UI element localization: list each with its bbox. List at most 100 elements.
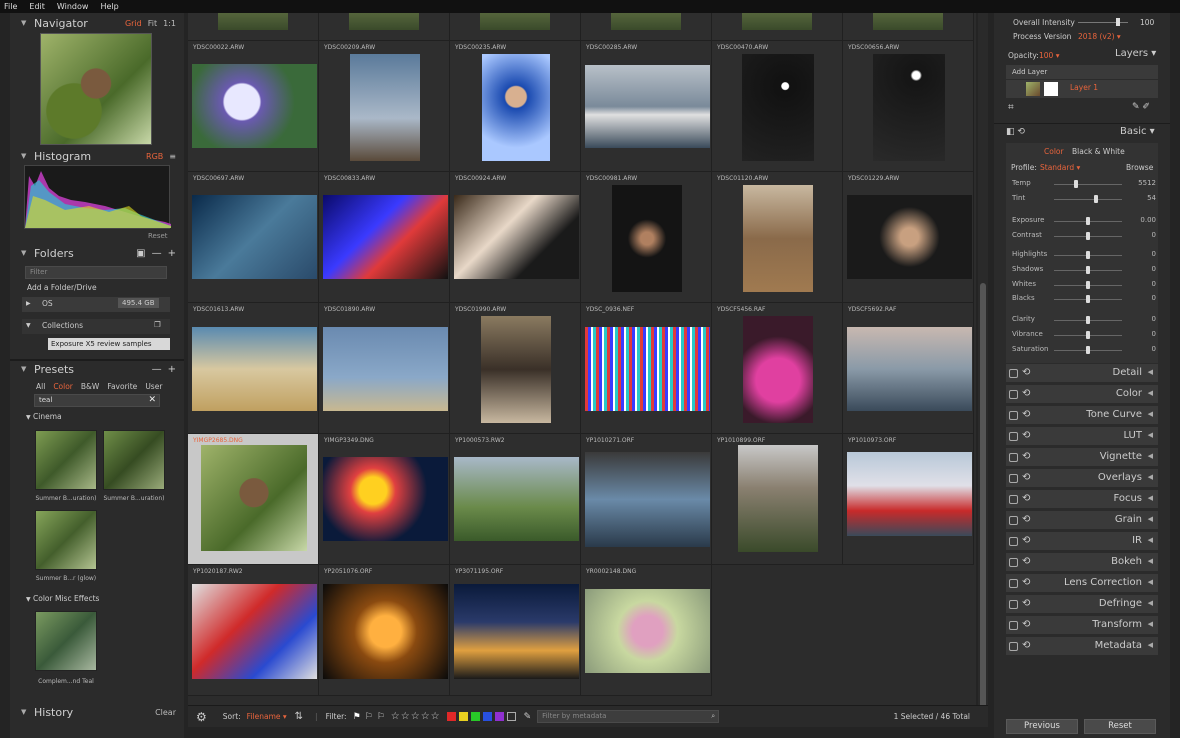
panel-overlays[interactable]: ⟲ Overlays ◀ xyxy=(1006,469,1158,488)
flag-pick-icon[interactable]: ⚑ xyxy=(353,712,361,722)
thumbnail-cell[interactable]: YDSC00697.ARW xyxy=(188,172,319,303)
tab-favorite[interactable]: Favorite xyxy=(107,382,137,391)
preset-thumb-3[interactable] xyxy=(35,510,97,570)
adjustment-whites[interactable]: Whites 0 xyxy=(1006,279,1158,291)
adjustment-vibrance[interactable]: Vibrance 0 xyxy=(1006,329,1158,341)
panel-reset-icon[interactable]: ⟲ xyxy=(1022,535,1030,546)
folder-row-os[interactable]: ▶ OS 495.4 GB xyxy=(22,297,170,312)
purple-label[interactable] xyxy=(494,712,504,721)
menu-edit[interactable]: Edit xyxy=(29,0,45,13)
slider-knob[interactable] xyxy=(1086,331,1090,339)
panel-reset-icon[interactable]: ⟲ xyxy=(1022,640,1030,651)
folders-header[interactable]: ▼ Folders ▣ — + xyxy=(10,244,184,262)
panel-toggle-icon[interactable] xyxy=(1009,411,1018,420)
panel-lut[interactable]: ⟲ LUT ◀ xyxy=(1006,427,1158,446)
thumbnail-cell[interactable]: YP1010271.ORF xyxy=(581,434,712,565)
eyedropper-icon[interactable]: ✎ xyxy=(524,712,532,722)
sort-dropdown[interactable]: Filename ▾ xyxy=(247,712,287,721)
yellow-label[interactable] xyxy=(458,712,468,721)
panel-detail[interactable]: ⟲ Detail ◀ xyxy=(1006,364,1158,383)
panel-reset-icon[interactable]: ⟲ xyxy=(1022,493,1030,504)
menu-help[interactable]: Help xyxy=(100,0,118,13)
thumbnail-cell[interactable]: YDSC00235.ARW xyxy=(450,41,581,172)
thumbnail-cell[interactable]: YDSC00285.ARW xyxy=(581,41,712,172)
no-label[interactable] xyxy=(506,712,516,721)
preset-thumb-2[interactable] xyxy=(103,430,165,490)
presets-header[interactable]: ▼ Presets — + xyxy=(10,359,184,377)
panel-toggle-icon[interactable] xyxy=(1009,537,1018,546)
adjustment-tint[interactable]: Tint 54 xyxy=(1006,193,1158,205)
thumbnail-cell[interactable] xyxy=(843,13,974,41)
thumbnail-cell[interactable]: YDSC01229.ARW xyxy=(843,172,974,303)
thumbnail-cell[interactable] xyxy=(319,13,450,41)
thumbnail-cell[interactable]: YDSC01613.ARW xyxy=(188,303,319,434)
slider-track[interactable] xyxy=(1054,199,1122,200)
slider-knob[interactable] xyxy=(1086,316,1090,324)
panel-tone-curve[interactable]: ⟲ Tone Curve ◀ xyxy=(1006,406,1158,425)
slider-knob[interactable] xyxy=(1116,18,1120,26)
color-mode-tab[interactable]: Color xyxy=(1044,147,1064,156)
panel-reset-icon[interactable]: ⟲ xyxy=(1022,451,1030,462)
panel-reset-icon[interactable]: ⟲ xyxy=(1022,577,1030,588)
thumbnail-cell[interactable]: YP1010899.ORF xyxy=(712,434,843,565)
folder-view-icon[interactable]: ▣ xyxy=(136,248,145,259)
panel-reset-icon[interactable]: ⟲ xyxy=(1022,367,1030,378)
profile-dropdown[interactable]: Standard ▾ xyxy=(1040,163,1080,172)
menu-icon[interactable]: ≡ xyxy=(169,152,176,161)
panel-reset-icon[interactable]: ⟲ xyxy=(1022,430,1030,441)
panel-toggle-icon[interactable] xyxy=(1009,600,1018,609)
panel-focus[interactable]: ⟲ Focus ◀ xyxy=(1006,490,1158,509)
clear-search-icon[interactable]: ✕ xyxy=(148,395,156,406)
browse-button[interactable]: Browse xyxy=(1126,163,1153,172)
panel-bokeh[interactable]: ⟲ Bokeh ◀ xyxy=(1006,553,1158,572)
metadata-filter-input[interactable]: Filter by metadata ⌕ xyxy=(537,710,720,723)
scrollbar-thumb[interactable] xyxy=(980,283,986,717)
adjustment-temp[interactable]: Temp 5512 xyxy=(1006,178,1158,190)
thumbnail-cell[interactable]: YDSC_0936.NEF xyxy=(581,303,712,434)
add-folder-link[interactable]: Add a Folder/Drive xyxy=(27,283,97,292)
adjustment-clarity[interactable]: Clarity 0 xyxy=(1006,314,1158,326)
panel-toggle-icon[interactable] xyxy=(1009,453,1018,462)
panel-toggle-icon[interactable] xyxy=(1009,390,1018,399)
thumbnail-cell[interactable] xyxy=(581,13,712,41)
thumbnail-cell[interactable]: YDSC00981.ARW xyxy=(581,172,712,303)
navigator-header[interactable]: ▼ Navigator Grid Fit 1:1 xyxy=(10,14,184,32)
layer-row[interactable]: Layer 1 xyxy=(1006,80,1158,98)
slider-knob[interactable] xyxy=(1094,195,1099,203)
toggle-refresh-icon[interactable]: ◧ ⟲ xyxy=(1006,127,1025,137)
thumbnail-cell[interactable]: YDSC00209.ARW xyxy=(319,41,450,172)
thumbnail-cell[interactable]: YDSC00924.ARW xyxy=(450,172,581,303)
panel-toggle-icon[interactable] xyxy=(1009,642,1018,651)
folder-filter-input[interactable]: Filter xyxy=(25,266,167,279)
tab-bw[interactable]: B&W xyxy=(81,382,99,391)
adjustment-exposure[interactable]: Exposure 0.00 xyxy=(1006,215,1158,227)
color-misc-group[interactable]: ▼ Color Misc Effects xyxy=(26,594,99,603)
collection-icon[interactable]: ❐ xyxy=(154,320,161,329)
menu-window[interactable]: Window xyxy=(57,0,89,13)
panel-vignette[interactable]: ⟲ Vignette ◀ xyxy=(1006,448,1158,467)
layers-header[interactable]: Layers ▾ xyxy=(1115,48,1156,59)
panel-metadata[interactable]: ⟲ Metadata ◀ xyxy=(1006,637,1158,656)
panel-defringe[interactable]: ⟲ Defringe ◀ xyxy=(1006,595,1158,614)
tab-user[interactable]: User xyxy=(145,382,162,391)
minus-icon[interactable]: — xyxy=(152,364,162,375)
slider-knob[interactable] xyxy=(1073,180,1078,188)
panel-transform[interactable]: ⟲ Transform ◀ xyxy=(1006,616,1158,635)
panel-toggle-icon[interactable] xyxy=(1009,495,1018,504)
panel-lens-correction[interactable]: ⟲ Lens Correction ◀ xyxy=(1006,574,1158,593)
thumbnail-cell[interactable]: YDSCF5456.RAF xyxy=(712,303,843,434)
slider-knob[interactable] xyxy=(1086,232,1090,240)
thumbnail-cell[interactable]: YP1010973.ORF xyxy=(843,434,974,565)
panel-toggle-icon[interactable] xyxy=(1009,432,1018,441)
panel-reset-icon[interactable]: ⟲ xyxy=(1022,409,1030,420)
minus-icon[interactable]: — xyxy=(152,248,162,259)
blue-label[interactable] xyxy=(482,712,492,721)
adjustment-contrast[interactable]: Contrast 0 xyxy=(1006,230,1158,242)
panel-grain[interactable]: ⟲ Grain ◀ xyxy=(1006,511,1158,530)
history-header[interactable]: ▼ History Clear xyxy=(10,703,184,721)
thumbnail-cell[interactable]: YP1020187.RW2 xyxy=(188,565,319,696)
basic-header[interactable]: Basic ▾ xyxy=(1120,126,1155,137)
panel-reset-icon[interactable]: ⟲ xyxy=(1022,472,1030,483)
thumbnail-cell[interactable]: YDSC00022.ARW xyxy=(188,41,319,172)
adjustment-saturation[interactable]: Saturation 0 xyxy=(1006,344,1158,356)
